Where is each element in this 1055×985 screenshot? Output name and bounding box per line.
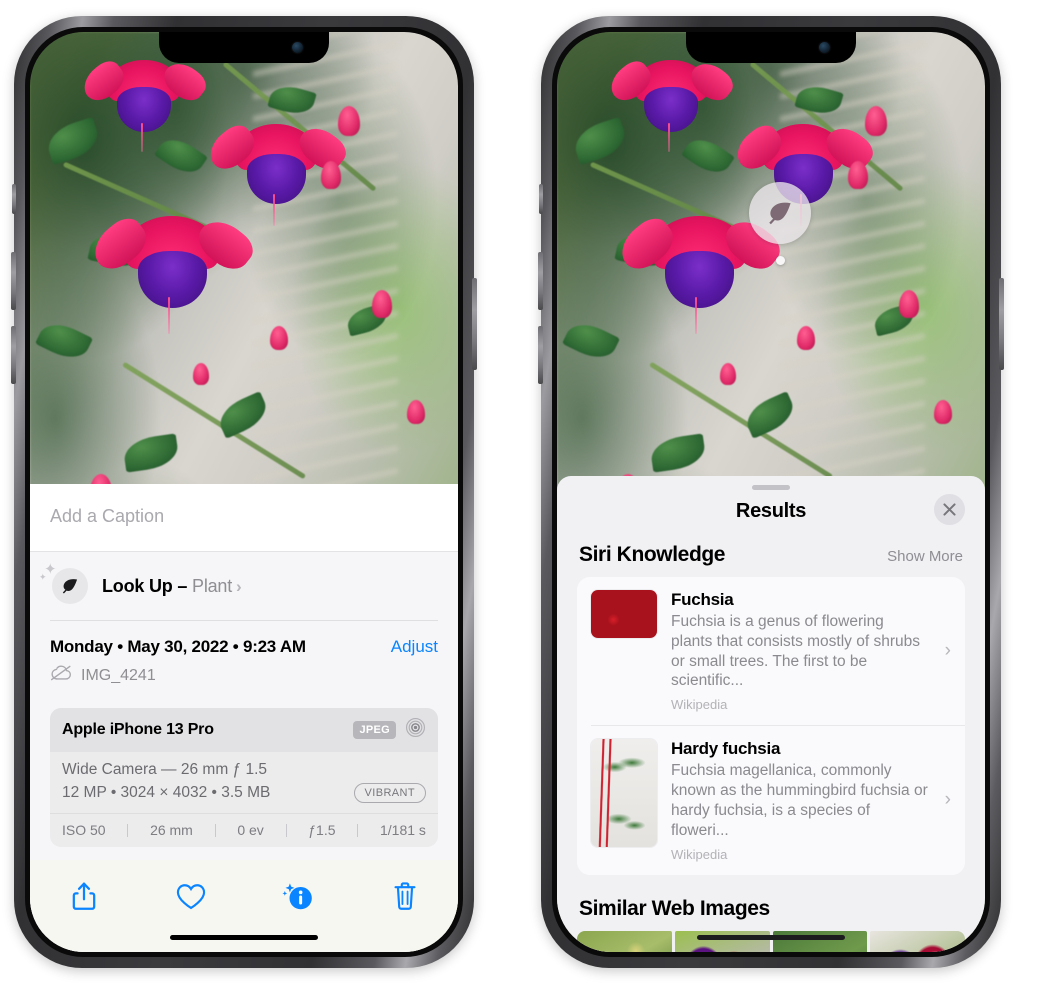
visual-look-up-anchor-dot: [776, 256, 785, 265]
home-indicator[interactable]: [697, 935, 845, 940]
siri-knowledge-card: Fuchsia Fuchsia is a genus of flowering …: [577, 577, 965, 875]
photo-datetime: Monday • May 30, 2022 • 9:23 AM: [50, 637, 306, 656]
right-phone-bezel: Results Siri Knowledge Show More Fuchsia…: [552, 27, 990, 957]
results-header: Results: [557, 490, 985, 539]
look-up-icon-wrap: ✦ ✦: [39, 562, 88, 604]
notch: [159, 32, 329, 63]
file-row: IMG_4241: [50, 665, 438, 686]
photo-toolbar: [30, 860, 458, 952]
metadata-body: Wide Camera — 26 mm ƒ 1.5 12 MP • 3024 ×…: [50, 752, 438, 814]
exif-shutter: 1/181 s: [379, 822, 426, 838]
list-item-source: Wikipedia: [671, 697, 728, 713]
right-phone-screen: Results Siri Knowledge Show More Fuchsia…: [557, 32, 985, 952]
lens-line: Wide Camera — 26 mm ƒ 1.5: [62, 761, 268, 778]
side-power-button[interactable]: [999, 278, 1004, 370]
visual-look-up-badge[interactable]: [749, 182, 811, 244]
exif-exposure: 0 ev: [237, 822, 264, 838]
similar-web-images-row: [557, 930, 985, 952]
exif-divider: [127, 823, 129, 837]
similar-web-images-header: Similar Web Images: [557, 875, 985, 931]
volume-up-button[interactable]: [11, 252, 16, 310]
chevron-right-icon: ›: [236, 576, 242, 596]
chevron-right-icon: ›: [944, 789, 951, 811]
look-up-prefix: Look Up –: [102, 575, 193, 596]
notch: [686, 32, 856, 63]
adjust-button[interactable]: Adjust: [391, 637, 438, 657]
volume-up-button[interactable]: [538, 252, 543, 310]
list-item-title: Fuchsia: [671, 590, 734, 609]
close-icon: [943, 503, 956, 516]
list-item[interactable]: Fuchsia Fuchsia is a genus of flowering …: [577, 577, 965, 725]
look-up-label: Look Up – Plant ›: [102, 576, 242, 597]
list-item-title: Hardy fuchsia: [671, 739, 781, 759]
spec-text: 12 MP • 3024 × 4032 • 3.5 MB: [62, 784, 271, 801]
hardy-fuchsia-thumbnail: [591, 739, 657, 848]
aperture-icon: [405, 717, 426, 743]
leaf-icon: [52, 568, 88, 604]
look-up-subject: Plant: [192, 575, 233, 596]
device-name: Apple iPhone 13 Pro: [62, 721, 214, 738]
format-badge: JPEG: [353, 721, 396, 739]
metadata-header: Apple iPhone 13 Pro JPEG: [50, 708, 438, 752]
left-phone-screen: Add a Caption ✦ ✦ Look Up – Plant › Mond…: [30, 32, 458, 952]
show-more-button[interactable]: Show More: [887, 548, 963, 565]
exif-divider: [285, 823, 287, 837]
ring-silent-switch[interactable]: [12, 184, 16, 214]
delete-button[interactable]: [385, 876, 425, 916]
leaf-icon: [769, 202, 791, 225]
left-phone-frame: Add a Caption ✦ ✦ Look Up – Plant › Mond…: [11, 16, 477, 968]
screenshot-stage: Add a Caption ✦ ✦ Look Up – Plant › Mond…: [0, 0, 1055, 985]
list-item-text: Hardy fuchsia Fuchsia magellanica, commo…: [671, 739, 951, 861]
datetime-row: Monday • May 30, 2022 • 9:23 AM Adjust: [50, 637, 438, 657]
info-button[interactable]: [278, 876, 318, 916]
side-power-button[interactable]: [472, 278, 477, 370]
home-indicator[interactable]: [170, 935, 318, 940]
thumbnail-wrap: [591, 590, 657, 638]
exif-focal: 26 mm: [150, 822, 193, 838]
spec-line: 12 MP • 3024 × 4032 • 3.5 MB VIBRANT: [62, 783, 426, 803]
camera-metadata-card: Apple iPhone 13 Pro JPEG Wide Camera — 2…: [50, 708, 438, 847]
look-up-row[interactable]: ✦ ✦ Look Up – Plant ›: [30, 552, 458, 620]
similar-image-2[interactable]: [674, 930, 770, 952]
list-item-source: Wikipedia: [671, 846, 728, 862]
volume-down-button[interactable]: [11, 326, 16, 384]
thumbnail-wrap: [591, 739, 657, 848]
list-item-text: Fuchsia Fuchsia is a genus of flowering …: [671, 590, 951, 712]
photo-filename: IMG_4241: [81, 666, 156, 684]
siri-knowledge-header: Siri Knowledge Show More: [557, 539, 985, 577]
list-item-description: Fuchsia magellanica, commonly known as t…: [671, 762, 928, 839]
list-item[interactable]: Hardy fuchsia Fuchsia magellanica, commo…: [591, 725, 965, 874]
exif-row: ISO 50 26 mm 0 ev ƒ1.5 1/181 s: [50, 814, 438, 847]
similar-image-4[interactable]: [870, 930, 965, 952]
similar-image-3[interactable]: [772, 930, 868, 952]
front-camera-icon: [292, 42, 303, 53]
siri-knowledge-title: Siri Knowledge: [579, 543, 726, 566]
similar-web-images-title: Similar Web Images: [579, 896, 770, 920]
metadata-badges: JPEG: [353, 717, 426, 743]
sparkle-icon: ✦ ✦: [39, 561, 57, 582]
caption-input[interactable]: Add a Caption: [30, 484, 458, 552]
chevron-right-icon: ›: [944, 640, 951, 662]
right-phone-frame: Results Siri Knowledge Show More Fuchsia…: [538, 16, 1004, 968]
exif-aperture: ƒ1.5: [308, 822, 336, 838]
left-phone-bezel: Add a Caption ✦ ✦ Look Up – Plant › Mond…: [25, 27, 463, 957]
front-camera-icon: [819, 42, 830, 53]
results-sheet: Results Siri Knowledge Show More Fuchsia…: [557, 476, 985, 952]
exif-iso: ISO 50: [62, 822, 106, 838]
exif-divider: [357, 823, 359, 837]
style-badge: VIBRANT: [353, 783, 426, 803]
ring-silent-switch[interactable]: [539, 184, 543, 214]
similar-image-1[interactable]: [577, 930, 672, 952]
volume-down-button[interactable]: [538, 326, 543, 384]
exif-divider: [214, 823, 216, 837]
close-button[interactable]: [934, 494, 965, 525]
list-item-description: Fuchsia is a genus of flowering plants t…: [671, 613, 920, 690]
icloud-slash-icon: [50, 665, 72, 686]
datetime-block: Monday • May 30, 2022 • 9:23 AM Adjust I…: [30, 621, 458, 696]
share-button[interactable]: [64, 876, 104, 916]
favorite-button[interactable]: [171, 876, 211, 916]
results-title: Results: [735, 500, 807, 522]
fuchsia-thumbnail: [591, 590, 657, 638]
